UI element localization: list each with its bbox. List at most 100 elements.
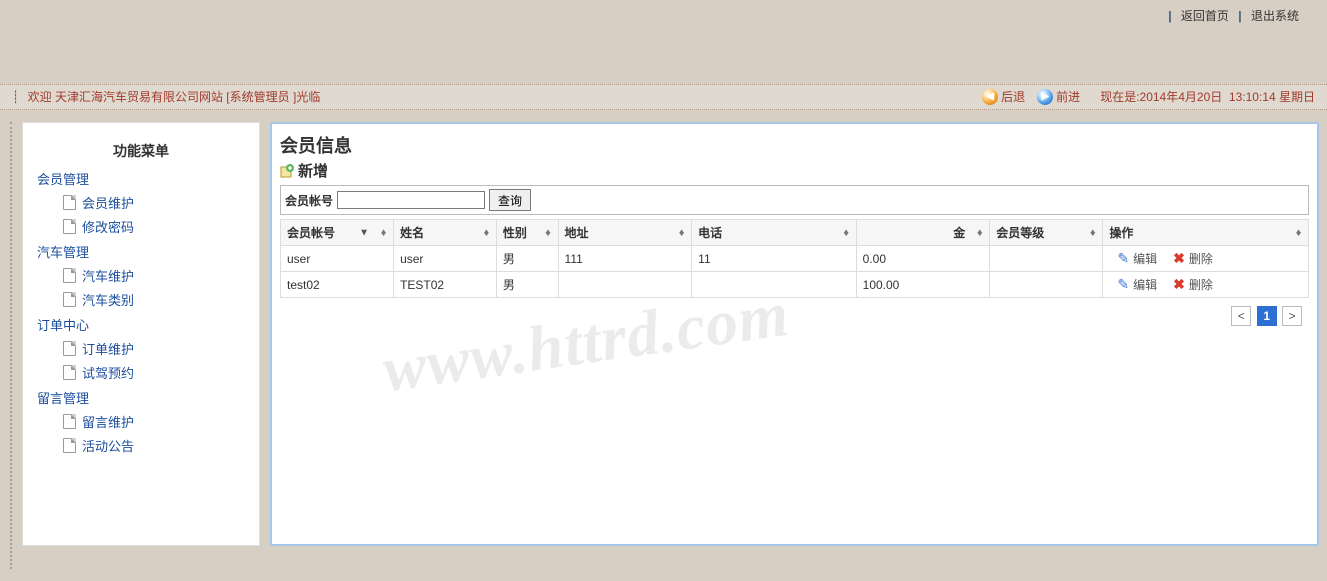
dropdown-icon[interactable]: ▼	[359, 227, 369, 238]
back-button[interactable]: ◀ 后退	[982, 84, 1025, 110]
sort-icon[interactable]: ♦	[542, 227, 552, 239]
sort-icon[interactable]: ♦	[480, 227, 490, 239]
return-home-link[interactable]: 返回首页	[1181, 9, 1229, 23]
table-row: test02TEST02男100.00✎编辑✖删除	[281, 272, 1309, 298]
now-label: 现在是:	[1100, 90, 1139, 104]
sidebar-category[interactable]: 订单中心	[37, 315, 245, 334]
file-icon	[63, 414, 76, 429]
file-icon	[63, 268, 76, 283]
col-name-label: 姓名	[400, 226, 424, 240]
edit-link[interactable]: ✎编辑	[1117, 250, 1157, 267]
back-label: 后退	[1001, 84, 1025, 110]
col-gender-header[interactable]: 性别 ♦	[496, 220, 558, 246]
col-account-label: 会员帐号	[287, 226, 335, 240]
sidebar-item[interactable]: 试驾预约	[63, 363, 245, 382]
sidebar-category[interactable]: 汽车管理	[37, 242, 245, 261]
sort-icon[interactable]: ♦	[675, 227, 685, 239]
pencil-icon: ✎	[1117, 250, 1129, 267]
file-icon	[63, 365, 76, 380]
member-table: 会员帐号▼♦ 姓名♦ 性别♦ 地址♦ 电话♦ 金♦ 会员等级♦ 操作♦ user…	[280, 219, 1309, 298]
delete-link[interactable]: ✖删除	[1173, 250, 1213, 267]
sidebar-item-label: 留言维护	[82, 412, 134, 431]
sidebar-item[interactable]: 留言维护	[63, 412, 245, 431]
delete-label: 删除	[1189, 250, 1213, 267]
delete-label: 删除	[1189, 276, 1213, 293]
search-row: 会员帐号 查询	[280, 185, 1309, 215]
sort-icon[interactable]: ♦	[973, 227, 983, 239]
col-name-header[interactable]: 姓名 ♦	[394, 220, 497, 246]
add-button[interactable]: 新增	[280, 160, 1309, 181]
pager-next[interactable]: >	[1282, 306, 1302, 326]
col-amount-suffix: 金	[953, 224, 965, 241]
sort-icon[interactable]: ♦	[1086, 227, 1096, 239]
cell-address: 111	[558, 246, 692, 272]
x-icon: ✖	[1173, 250, 1185, 267]
sidebar-item[interactable]: 会员维护	[63, 193, 245, 212]
sidebar-category[interactable]: 留言管理	[37, 388, 245, 407]
sidebar-item[interactable]: 修改密码	[63, 217, 245, 236]
search-button[interactable]: 查询	[489, 189, 531, 211]
edit-link[interactable]: ✎编辑	[1117, 276, 1157, 293]
col-level-header[interactable]: 会员等级♦	[990, 220, 1103, 246]
edit-label: 编辑	[1133, 250, 1157, 267]
cell-action: ✎编辑 ✖删除	[1103, 246, 1309, 272]
cell-gender: 男	[496, 246, 558, 272]
divider: |	[1168, 9, 1171, 23]
add-icon	[280, 164, 294, 178]
col-amount-header[interactable]: 金♦	[856, 220, 990, 246]
welcome-right: ◀ 后退 ▶ 前进 现在是:2014年4月20日 13:10:14 星期日	[976, 84, 1315, 110]
cell-phone	[692, 272, 856, 298]
cell-account: test02	[281, 272, 394, 298]
cell-action: ✎编辑 ✖删除	[1103, 272, 1309, 298]
logout-link[interactable]: 退出系统	[1251, 9, 1299, 23]
sort-icon[interactable]: ♦	[377, 227, 387, 239]
banner	[0, 32, 1327, 84]
sidebar-item[interactable]: 订单维护	[63, 339, 245, 358]
cell-address	[558, 272, 692, 298]
welcome-text: ┊ 欢迎 天津汇海汽车贸易有限公司网站 [系统管理员 ]光临	[12, 84, 976, 110]
col-account-header[interactable]: 会员帐号 ▼ ♦	[281, 220, 394, 246]
sidebar-item-label: 活动公告	[82, 436, 134, 455]
welcome-bar: ┊ 欢迎 天津汇海汽车贸易有限公司网站 [系统管理员 ]光临 ◀ 后退 ▶ 前进…	[0, 84, 1327, 110]
pencil-icon: ✎	[1117, 276, 1129, 293]
col-phone-header[interactable]: 电话 ♦	[692, 220, 856, 246]
pager-prev[interactable]: <	[1231, 306, 1251, 326]
cell-gender: 男	[496, 272, 558, 298]
sidebar-item-label: 试驾预约	[82, 363, 134, 382]
dotted-left	[10, 122, 12, 569]
sidebar-item-label: 汽车维护	[82, 266, 134, 285]
search-input[interactable]	[337, 191, 485, 209]
delete-link[interactable]: ✖删除	[1173, 276, 1213, 293]
cell-amount: 100.00	[856, 272, 990, 298]
sidebar-item-label: 汽车类别	[82, 290, 134, 309]
divider: |	[1238, 9, 1241, 23]
cell-level	[990, 246, 1103, 272]
col-gender-label: 性别	[503, 226, 527, 240]
forward-icon: ▶	[1037, 89, 1053, 105]
file-icon	[63, 195, 76, 210]
search-label: 会员帐号	[285, 192, 333, 209]
dots-decoration: ┊	[12, 90, 20, 104]
sort-icon[interactable]: ♦	[840, 227, 850, 239]
sidebar-item-label: 会员维护	[82, 193, 134, 212]
page-title: 会员信息	[280, 132, 1309, 158]
sidebar-category[interactable]: 会员管理	[37, 169, 245, 188]
pager-page-1[interactable]: 1	[1257, 306, 1277, 326]
sidebar-item[interactable]: 汽车类别	[63, 290, 245, 309]
col-phone-label: 电话	[698, 226, 722, 240]
welcome-prefix: 欢迎	[28, 90, 52, 104]
sidebar-item[interactable]: 活动公告	[63, 436, 245, 455]
content-panel: 会员信息 新增 会员帐号 查询 会员帐号 ▼ ♦ 姓名 ♦ 性别 ♦ 地址♦	[270, 122, 1319, 546]
sidebar-item[interactable]: 汽车维护	[63, 266, 245, 285]
forward-label: 前进	[1056, 84, 1080, 110]
menu-title: 功能菜单	[37, 141, 245, 161]
cell-phone: 11	[692, 246, 856, 272]
sidebar-item-label: 修改密码	[82, 217, 134, 236]
file-icon	[63, 438, 76, 453]
forward-button[interactable]: ▶ 前进	[1037, 84, 1080, 110]
pager: < 1 >	[280, 306, 1309, 326]
cell-account: user	[281, 246, 394, 272]
col-action-header[interactable]: 操作♦	[1103, 220, 1309, 246]
sort-icon[interactable]: ♦	[1292, 227, 1302, 239]
col-address-header[interactable]: 地址♦	[558, 220, 692, 246]
